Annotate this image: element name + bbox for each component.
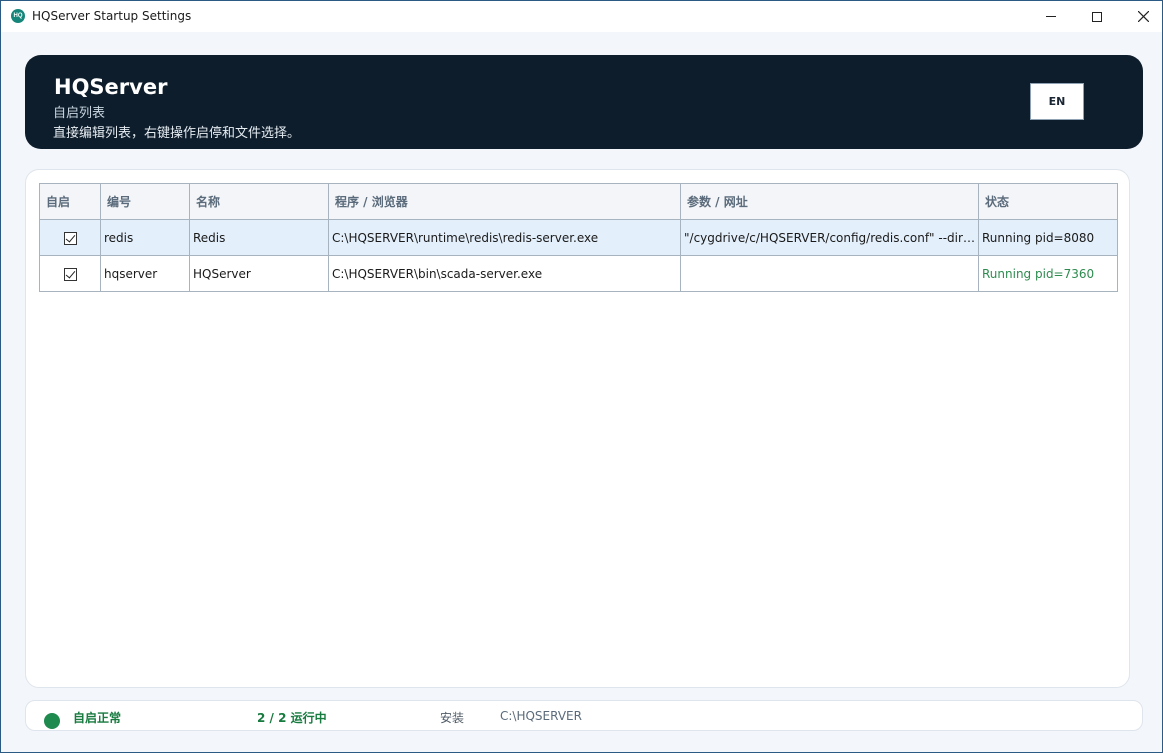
column-header-autostart[interactable]: 自启	[39, 183, 101, 220]
app-window: HQ HQServer Startup Settings HQServer 自启…	[0, 0, 1163, 753]
install-label: 安装	[440, 711, 465, 725]
column-header-program[interactable]: 程序 / 浏览器	[328, 183, 681, 220]
autostart-checkbox[interactable]	[63, 267, 77, 281]
autostart-cell[interactable]	[39, 219, 101, 256]
column-header-args[interactable]: 参数 / 网址	[680, 183, 979, 220]
name-cell[interactable]: HQServer	[189, 255, 329, 292]
table-row[interactable]: hqserver HQServer C:\HQSERVER\bin\scada-…	[39, 255, 1118, 292]
minimize-icon	[1046, 16, 1056, 17]
id-cell[interactable]: redis	[100, 219, 190, 256]
banner-description: 直接编辑列表，右键操作启停和文件选择。	[53, 126, 301, 141]
program-cell[interactable]: C:\HQSERVER\runtime\redis\redis-server.e…	[328, 219, 681, 256]
autostart-state-text: 自启正常	[73, 711, 122, 725]
program-cell[interactable]: C:\HQSERVER\bin\scada-server.exe	[328, 255, 681, 292]
close-icon	[1137, 11, 1149, 22]
column-header-status[interactable]: 状态	[978, 183, 1118, 220]
args-cell[interactable]	[680, 255, 979, 292]
table-row[interactable]: redis Redis C:\HQSERVER\runtime\redis\re…	[39, 219, 1118, 256]
banner-title: HQServer	[54, 75, 168, 99]
status-footer: 自启正常 2 / 2 运行中 安装 C:\HQSERVER	[25, 700, 1143, 731]
window-title: HQServer Startup Settings	[32, 9, 192, 23]
install-path: C:\HQSERVER	[500, 709, 582, 723]
banner-subtitle: 自启列表	[53, 106, 106, 121]
autostart-checkbox[interactable]	[63, 231, 77, 245]
table-header-row: 自启 编号 名称 程序 / 浏览器 参数 / 网址 状态	[39, 183, 1118, 220]
status-cell: Running pid=7360	[978, 255, 1118, 292]
startup-table: 自启 编号 名称 程序 / 浏览器 参数 / 网址 状态 redis Redis…	[39, 183, 1118, 292]
language-button[interactable]: EN	[1030, 83, 1084, 120]
title-bar[interactable]: HQ HQServer Startup Settings	[1, 1, 1162, 32]
id-cell[interactable]: hqserver	[100, 255, 190, 292]
column-header-name[interactable]: 名称	[189, 183, 329, 220]
table-panel: 自启 编号 名称 程序 / 浏览器 参数 / 网址 状态 redis Redis…	[25, 169, 1130, 688]
minimize-button[interactable]	[1028, 1, 1074, 32]
maximize-button[interactable]	[1074, 1, 1120, 32]
args-cell[interactable]: "/cygdrive/c/HQSERVER/config/redis.conf"…	[680, 219, 979, 256]
status-cell: Running pid=8080	[978, 219, 1118, 256]
running-count-text: 2 / 2 运行中	[257, 711, 327, 725]
column-header-id[interactable]: 编号	[100, 183, 190, 220]
status-indicator-dot	[44, 713, 60, 729]
header-banner: HQServer 自启列表 直接编辑列表，右键操作启停和文件选择。 EN	[25, 55, 1143, 149]
autostart-cell[interactable]	[39, 255, 101, 292]
name-cell[interactable]: Redis	[189, 219, 329, 256]
hq-app-icon: HQ	[11, 9, 25, 23]
close-button[interactable]	[1120, 1, 1163, 32]
maximize-icon	[1092, 11, 1102, 22]
